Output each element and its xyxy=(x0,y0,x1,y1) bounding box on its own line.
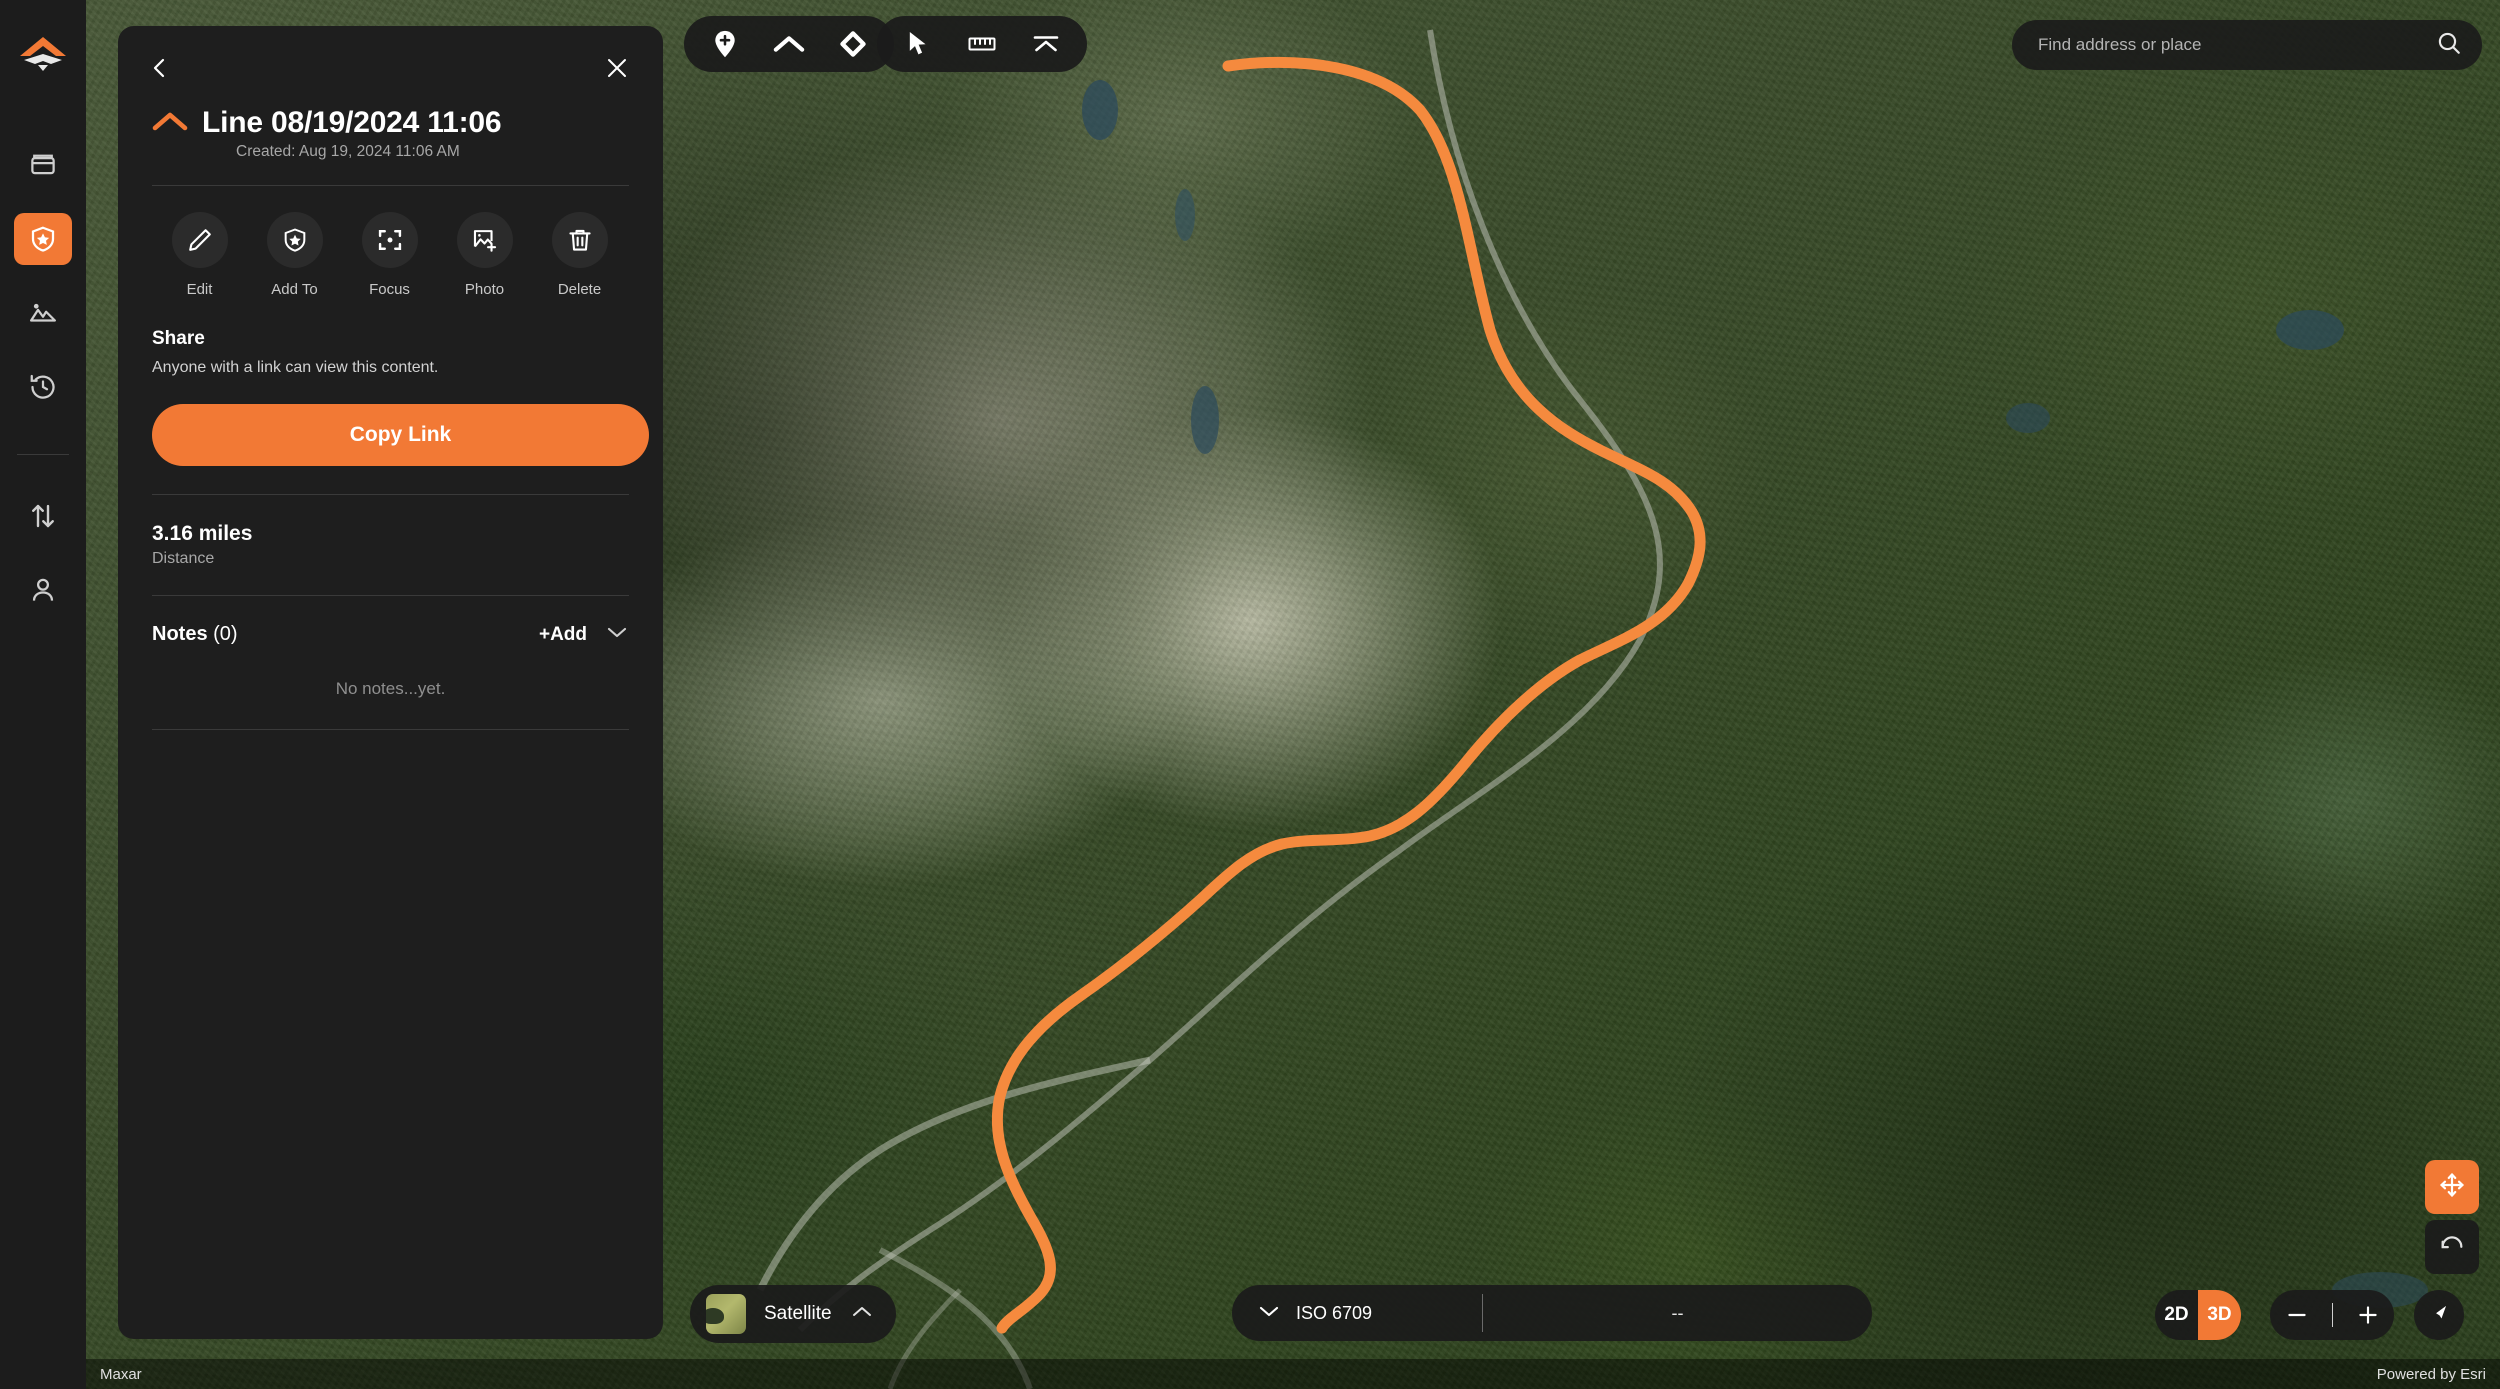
add-shape-tool[interactable] xyxy=(826,21,880,67)
compass-needle-icon xyxy=(2426,1300,2452,1331)
pan-control-button[interactable] xyxy=(2425,1160,2479,1214)
app-root: Line 08/19/2024 11:06 Created: Aug 19, 2… xyxy=(0,0,2500,1389)
view-mode-toggle: 2D 3D xyxy=(2155,1290,2241,1340)
rail-divider xyxy=(17,454,69,455)
select-tool[interactable] xyxy=(891,21,945,67)
back-button[interactable] xyxy=(152,56,182,80)
sidebar-item-account[interactable] xyxy=(14,564,72,616)
chevron-up-icon[interactable] xyxy=(850,1304,874,1325)
coordinate-format-selector[interactable]: ISO 6709 xyxy=(1232,1303,1482,1324)
view-mode-2d[interactable]: 2D xyxy=(2155,1290,2198,1340)
add-point-tool[interactable] xyxy=(698,21,752,67)
basemap-label: Satellite xyxy=(764,1303,832,1324)
distance-stat: 3.16 miles Distance xyxy=(118,495,663,568)
notes-title: Notes xyxy=(152,623,208,645)
delete-label: Delete xyxy=(557,281,602,298)
add-note-button[interactable]: +Add xyxy=(539,624,587,646)
close-button[interactable] xyxy=(605,56,629,80)
photo-button[interactable]: Photo xyxy=(437,212,532,298)
photo-label: Photo xyxy=(464,281,505,298)
map-action-tools-group xyxy=(877,16,1087,72)
focus-label: Focus xyxy=(369,281,410,298)
app-logo-icon[interactable] xyxy=(16,30,70,84)
panel-header xyxy=(118,26,663,80)
basemap-selector[interactable]: Satellite xyxy=(690,1285,896,1343)
zoom-control xyxy=(2270,1290,2394,1340)
focus-frame-icon xyxy=(361,212,418,268)
feature-detail-panel: Line 08/19/2024 11:06 Created: Aug 19, 2… xyxy=(118,26,663,1339)
edit-label: Edit xyxy=(186,281,213,298)
notes-count: (0) xyxy=(213,623,238,645)
coordinate-format-label: ISO 6709 xyxy=(1296,1302,1373,1323)
zoom-divider xyxy=(2331,1303,2333,1327)
focus-button[interactable]: Focus xyxy=(342,212,437,298)
share-title: Share xyxy=(152,328,205,349)
pan-arrows-icon xyxy=(2438,1171,2466,1204)
rotate-icon xyxy=(2438,1231,2466,1264)
search-icon[interactable] xyxy=(2436,30,2462,61)
measure-tool[interactable] xyxy=(955,21,1009,67)
coordinate-readout: ISO 6709 -- xyxy=(1232,1285,1872,1341)
feature-title-row: Line 08/19/2024 11:06 xyxy=(118,80,663,140)
search-bar[interactable] xyxy=(2012,20,2482,70)
action-button-row: Edit Add To Focus Photo Delete xyxy=(118,186,663,298)
trash-icon xyxy=(551,212,608,268)
zoom-in-button[interactable] xyxy=(2350,1302,2386,1328)
image-plus-icon xyxy=(456,212,513,268)
edit-button[interactable]: Edit xyxy=(152,212,247,298)
delete-button[interactable]: Delete xyxy=(532,212,627,298)
sidebar-item-library[interactable] xyxy=(14,139,72,191)
attribution-bar xyxy=(0,1359,2500,1389)
shield-star-icon xyxy=(266,212,323,268)
add-line-tool[interactable] xyxy=(762,21,816,67)
pencil-icon xyxy=(171,212,228,268)
sidebar-item-imagery[interactable] xyxy=(14,287,72,339)
notes-empty-text: No notes...yet. xyxy=(335,679,446,698)
zoom-out-button[interactable] xyxy=(2279,1302,2315,1328)
notes-header: Notes (0) +Add xyxy=(118,596,663,646)
rotate-control-button[interactable] xyxy=(2425,1220,2479,1274)
share-subtitle: Anyone with a link can view this content… xyxy=(152,359,439,376)
compass-button[interactable] xyxy=(2414,1290,2464,1340)
distance-value: 3.16 miles xyxy=(152,522,253,545)
sidebar-item-transfer[interactable] xyxy=(14,490,72,542)
search-input[interactable] xyxy=(2038,35,2436,55)
attribution-right: Powered by Esri xyxy=(2376,1366,2486,1383)
copy-link-button[interactable]: Copy Link xyxy=(152,404,649,466)
satellite-thumbnail-icon xyxy=(706,1294,746,1334)
left-rail xyxy=(0,0,86,1389)
attribution-left: Maxar xyxy=(100,1366,142,1383)
page-title: Line 08/19/2024 11:06 xyxy=(202,106,502,139)
chevron-down-icon[interactable] xyxy=(605,624,629,645)
add-to-label: Add To xyxy=(271,281,318,298)
sidebar-item-saved[interactable] xyxy=(14,213,72,265)
draw-tools-group xyxy=(684,16,894,72)
notes-title-group: Notes (0) xyxy=(152,623,238,646)
notes-add-group[interactable]: +Add xyxy=(539,624,629,646)
divider-notes xyxy=(152,729,629,730)
collapse-toolbar-button[interactable] xyxy=(1019,21,1073,67)
distance-caption: Distance xyxy=(152,550,215,567)
line-chevron-icon xyxy=(152,110,188,137)
created-timestamp: Created: Aug 19, 2024 11:06 AM xyxy=(236,143,460,160)
chevron-down-icon[interactable] xyxy=(1258,1304,1280,1323)
sidebar-item-history[interactable] xyxy=(14,361,72,413)
add-to-button[interactable]: Add To xyxy=(247,212,342,298)
coordinate-value: -- xyxy=(1671,1302,1684,1323)
